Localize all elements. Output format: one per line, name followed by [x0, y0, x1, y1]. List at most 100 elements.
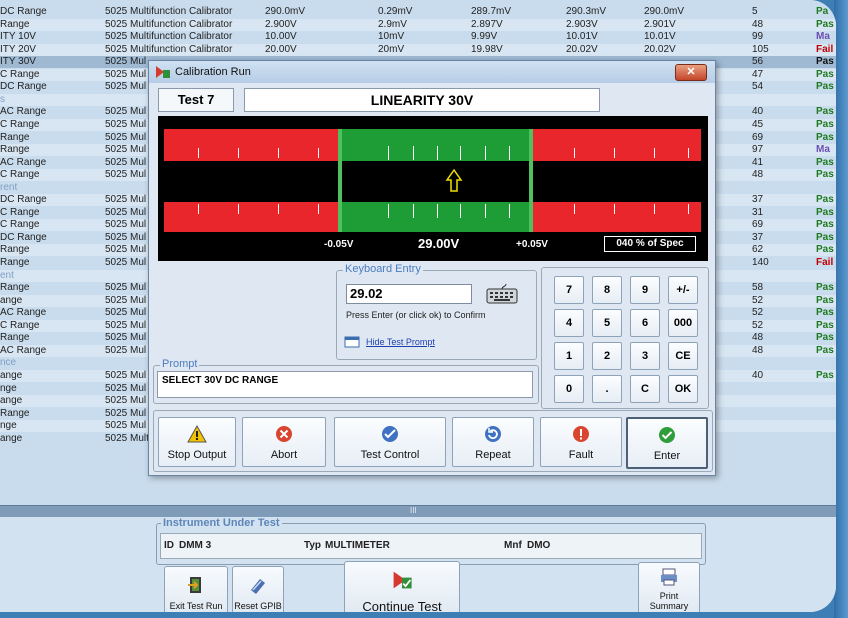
meter-tick — [413, 146, 414, 160]
window-frame — [834, 0, 848, 618]
test-control-button[interactable]: Test Control — [334, 417, 446, 467]
stop-output-button[interactable]: Stop Output — [158, 417, 236, 467]
table-cell: ange — [0, 395, 23, 407]
table-cell: 5025 Multifunction Calibrator — [105, 31, 233, 43]
table-cell: 37 — [752, 231, 764, 243]
dialog-titlebar[interactable]: Calibration Run ✕ — [149, 61, 715, 83]
meter-tick — [198, 204, 199, 214]
table-row[interactable]: DC Range 5025 Multifunction Calibrator 290… — [0, 6, 836, 18]
keypad-key-7[interactable]: 7 — [554, 276, 584, 304]
result-cell: Pas — [816, 332, 834, 344]
continue-test-button[interactable]: Continue Test — [344, 561, 460, 612]
fault-button[interactable]: Fault — [540, 417, 622, 467]
meter-tick — [688, 148, 689, 158]
meter-tick — [388, 146, 389, 160]
result-cell: Pas — [816, 231, 834, 243]
result-cell: Pas — [816, 244, 834, 256]
keypad-key-6[interactable]: 6 — [630, 309, 660, 337]
table-cell: 41 — [752, 156, 764, 168]
table-cell: 289.7mV — [471, 6, 512, 17]
meter-tick — [614, 148, 615, 158]
keypad-key-0[interactable]: 0 — [554, 375, 584, 403]
table-cell: AC Range — [0, 106, 47, 118]
table-cell: Range — [0, 257, 30, 268]
repeat-button[interactable]: Repeat — [452, 417, 534, 467]
reading-input[interactable]: 29.02 — [346, 284, 472, 304]
table-cell: nce — [0, 357, 17, 369]
keypad-key-ce[interactable]: CE — [668, 342, 698, 370]
result-cell: Pas — [816, 18, 834, 30]
keypad-key-8[interactable]: 8 — [592, 276, 622, 304]
tolerance-meter: -0.05V 29.00V +0.05V 040 % of Spec — [158, 116, 708, 261]
keypad-key-5[interactable]: 5 — [592, 309, 622, 337]
exit-test-run-button[interactable]: Exit Test Run — [164, 566, 228, 612]
meter-tick — [574, 204, 575, 214]
keypad-key-3[interactable]: 3 — [630, 342, 660, 370]
keypad-key-dot[interactable]: . — [592, 375, 622, 403]
table-row[interactable]: ITY 20V 5025 Multifunction Calibrator 20.0… — [0, 43, 836, 56]
keyboard-icon[interactable] — [486, 283, 518, 305]
keypad-key-ok[interactable]: OK — [668, 375, 698, 403]
table-cell: DC Range — [0, 81, 47, 93]
table-cell: DC Range — [0, 231, 47, 243]
result-cell: Pas — [816, 344, 834, 356]
result-cell: Pas — [816, 156, 834, 168]
table-cell: C Range — [0, 206, 40, 218]
table-cell: 48 — [752, 169, 764, 181]
enter-check-icon — [659, 427, 675, 443]
enter-button[interactable]: Enter — [626, 417, 708, 469]
result-cell: Pas — [816, 282, 834, 294]
repeat-label: Repeat — [475, 449, 511, 461]
table-cell: 5025 Mul — [105, 169, 147, 181]
table-cell: 5025 Mul — [105, 194, 147, 206]
keypad-key-4[interactable]: 4 — [554, 309, 584, 337]
continue-test-icon — [393, 571, 412, 589]
table-cell: 56 — [752, 56, 764, 68]
keypad-key-c[interactable]: C — [630, 375, 660, 403]
typ-label: Typ — [304, 540, 322, 551]
test-number: Test 7 — [158, 88, 234, 112]
abort-button[interactable]: Abort — [242, 417, 326, 467]
test-control-label: Test Control — [360, 449, 420, 461]
keypad-key-9[interactable]: 9 — [630, 276, 660, 304]
keypad-key-000[interactable]: 000 — [668, 309, 698, 337]
table-cell: 5025 Mul — [105, 81, 147, 93]
result-cell: Pas — [816, 68, 834, 80]
close-button[interactable]: ✕ — [675, 64, 707, 81]
meter-tick — [614, 204, 615, 214]
table-cell: 19.98V — [471, 43, 503, 55]
splitter-grip[interactable]: III — [410, 506, 417, 515]
keypad-key-2[interactable]: 2 — [592, 342, 622, 370]
high-fail-band-top — [533, 129, 701, 161]
table-cell: 97 — [752, 144, 764, 156]
hide-test-prompt-link[interactable]: Hide Test Prompt — [344, 335, 435, 354]
keypad-key-1[interactable]: 1 — [554, 342, 584, 370]
table-cell: 20.02V — [644, 43, 676, 55]
meter-tick — [318, 148, 319, 158]
reset-gpib-button[interactable]: Reset GPIB — [232, 566, 284, 612]
table-cell: 5025 Mul — [105, 231, 147, 243]
table-cell: DC Range — [0, 6, 47, 17]
table-cell: 5025 Mul — [105, 307, 147, 319]
low-fail-band-bottom — [164, 202, 338, 232]
id-label: ID — [164, 540, 174, 551]
table-cell: 5025 Mul — [105, 344, 147, 356]
hide-test-prompt-label[interactable]: Hide Test Prompt — [366, 337, 435, 347]
table-row[interactable]: Range 5025 Multifunction Calibrator 2.900V… — [0, 18, 836, 31]
pass-band-top — [338, 129, 533, 161]
prompt-window-icon — [344, 336, 360, 348]
table-cell: ITY 10V — [0, 31, 36, 43]
table-cell: 5025 Mul — [105, 369, 147, 381]
fault-alert-icon — [573, 426, 589, 442]
print-summary-button[interactable]: Print Summary — [638, 562, 700, 612]
table-cell: 0.29mV — [378, 6, 413, 17]
table-cell: 5025 Mul — [105, 332, 147, 344]
table-cell: 5025 Mul — [105, 395, 147, 407]
table-row[interactable]: ITY 10V 5025 Multifunction Calibrator 10.0… — [0, 31, 836, 43]
meter-tick — [318, 204, 319, 214]
keypad-key-plus-minus[interactable]: +/- — [668, 276, 698, 304]
exit-door-icon — [188, 577, 201, 593]
table-cell: 10.01V — [566, 31, 598, 43]
result-cell: Pas — [816, 81, 834, 93]
table-cell: 290.0mV — [265, 6, 306, 17]
